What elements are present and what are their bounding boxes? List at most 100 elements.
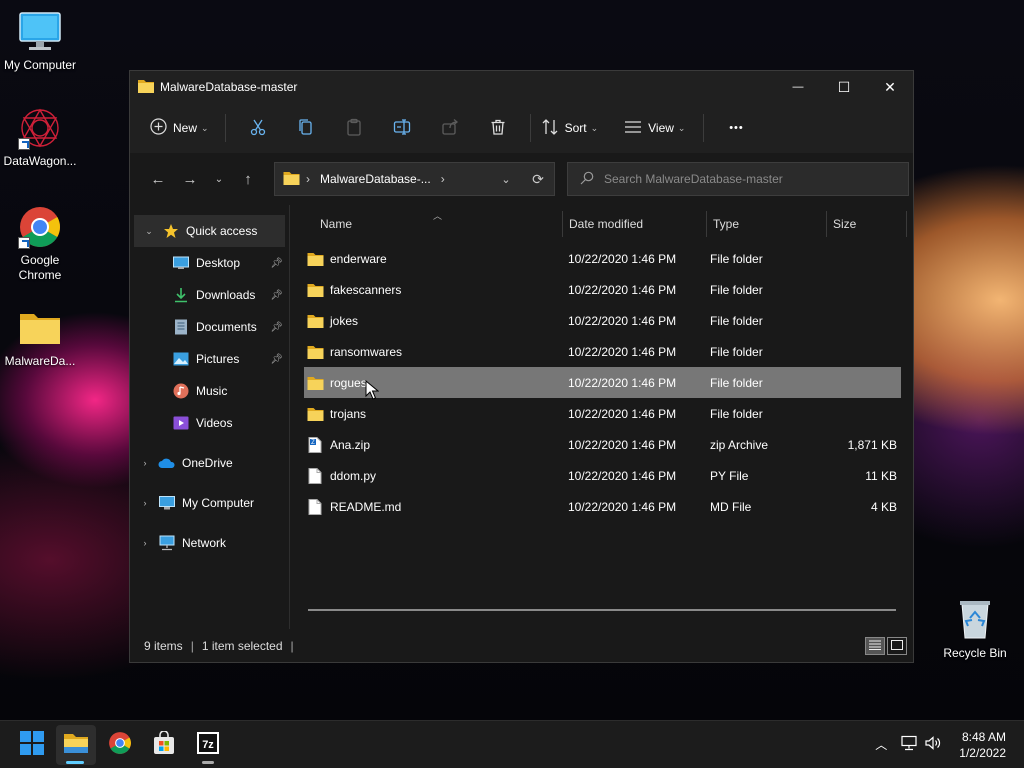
file-type: zip Archive <box>710 437 769 452</box>
file-row[interactable]: fakescanners 10/22/2020 1:46 PM File folde… <box>304 274 901 305</box>
file-type: File folder <box>710 251 763 266</box>
column-header-size[interactable]: Size <box>827 211 907 237</box>
nav-item-music[interactable]: Music <box>130 375 289 407</box>
nav-my-computer[interactable]: › My Computer <box>130 487 289 519</box>
nav-item-documents[interactable]: Documents 📌︎ <box>130 311 289 343</box>
view-button[interactable]: View ⌄ <box>608 112 695 144</box>
desktop-icon-datawagon[interactable]: DataWagon... <box>0 106 80 169</box>
selection-count: 1 item selected <box>201 639 283 653</box>
command-bar: New ⌄ Sort ⌄ View ⌄ ••• <box>130 103 913 153</box>
maximize-button[interactable]: ☐ <box>821 71 867 103</box>
back-button[interactable]: ← <box>142 164 174 194</box>
nav-item-pictures[interactable]: Pictures 📌︎ <box>130 343 289 375</box>
column-header-date[interactable]: Date modified <box>563 211 707 237</box>
toolbar-divider <box>224 114 226 142</box>
network-status-button[interactable] <box>897 733 921 757</box>
nav-item-videos[interactable]: Videos <box>130 407 289 439</box>
file-row[interactable]: rogues 10/22/2020 1:46 PM File folder <box>304 367 901 398</box>
chevron-right-icon[interactable]: › <box>138 458 152 468</box>
pin-icon[interactable]: 📌︎ <box>270 322 283 333</box>
close-button[interactable]: ✕ <box>867 71 913 103</box>
chevron-right-icon[interactable]: › <box>138 498 152 508</box>
nav-quick-access[interactable]: ⌄ Quick access <box>134 215 285 247</box>
taskbar-7zip[interactable]: 7z <box>188 725 228 765</box>
desktop-icon-recycle-bin[interactable]: Recycle Bin <box>935 598 1015 661</box>
forward-button[interactable]: → <box>174 164 206 194</box>
network-icon <box>158 535 176 551</box>
nav-item-downloads[interactable]: Downloads 📌︎ <box>130 279 289 311</box>
nav-item-desktop[interactable]: Desktop 📌︎ <box>130 247 289 279</box>
svg-text:7z: 7z <box>202 739 214 751</box>
chevron-right-icon[interactable]: › <box>138 538 152 548</box>
details-view-button[interactable] <box>865 637 885 655</box>
file-row[interactable]: Z Ana.zip 10/22/2020 1:46 PM zip Archive 1,8… <box>304 429 901 460</box>
cut-button[interactable] <box>234 112 282 144</box>
file-row[interactable]: jokes 10/22/2020 1:46 PM File folder <box>304 305 901 336</box>
nav-network[interactable]: › Network <box>130 527 289 559</box>
breadcrumb-current[interactable]: MalwareDatabase-... <box>320 172 431 186</box>
refresh-icon[interactable]: ⟳ <box>522 171 554 188</box>
chevron-down-icon[interactable]: ⌄ <box>142 226 156 237</box>
arrow-right-icon: → <box>182 170 198 188</box>
show-hidden-icons-button[interactable]: ︿ <box>869 733 893 757</box>
search-icon <box>580 171 594 188</box>
status-bar: 9 items | 1 item selected | <box>130 629 913 663</box>
item-count: 9 items <box>144 639 183 653</box>
pin-icon[interactable]: 📌︎ <box>270 354 283 365</box>
up-button[interactable]: ↑ <box>232 164 264 194</box>
breadcrumb-chevron-icon[interactable]: › <box>441 172 445 186</box>
desktop-icon-google-chrome[interactable]: Google Chrome <box>0 205 80 283</box>
folder-icon <box>63 732 89 757</box>
file-row[interactable]: ddom.py 10/22/2020 1:46 PM PY File 11 KB <box>304 460 901 491</box>
recent-locations-button[interactable]: ⌄ <box>206 164 232 194</box>
folder-icon <box>306 251 324 267</box>
scissors-icon <box>249 118 267 139</box>
file-name-cell: fakescanners <box>304 282 566 298</box>
column-header-type[interactable]: Type <box>707 211 827 237</box>
file-row[interactable]: trojans 10/22/2020 1:46 PM File folder <box>304 398 901 429</box>
taskbar-microsoft-store[interactable] <box>144 725 184 765</box>
paste-button[interactable] <box>330 112 378 144</box>
network-wired-icon <box>900 735 918 754</box>
minimize-button[interactable]: — <box>775 71 821 103</box>
pin-icon[interactable]: 📌︎ <box>270 258 283 269</box>
title-bar[interactable]: MalwareDatabase-master — ☐ ✕ <box>130 71 913 103</box>
start-button[interactable] <box>12 725 52 765</box>
file-icon <box>306 498 324 515</box>
nav-onedrive[interactable]: › OneDrive <box>130 447 289 479</box>
nav-label: Videos <box>196 416 233 430</box>
more-options-button[interactable]: ••• <box>712 112 760 144</box>
column-header-name[interactable]: Name <box>290 211 563 237</box>
nav-label: Music <box>196 384 228 398</box>
delete-button[interactable] <box>474 112 522 144</box>
desktop-icon-malwaredatabase[interactable]: MalwareDa... <box>0 306 80 369</box>
chrome-icon <box>18 205 62 249</box>
clock[interactable]: 8:48 AM 1/2/2022 <box>945 729 1024 761</box>
arrow-up-icon: ↑ <box>244 170 252 188</box>
copy-button[interactable] <box>282 112 330 144</box>
file-row[interactable]: ransomwares 10/22/2020 1:46 PM File folder <box>304 336 901 367</box>
rename-button[interactable] <box>378 112 426 144</box>
pin-icon[interactable]: 📌︎ <box>270 290 283 301</box>
search-box[interactable] <box>567 162 909 196</box>
file-explorer-window: MalwareDatabase-master — ☐ ✕ New ⌄ Sort … <box>129 70 914 663</box>
file-name: trojans <box>330 406 367 421</box>
address-history-dropdown[interactable]: ⌄ <box>490 173 522 186</box>
file-row[interactable]: enderware 10/22/2020 1:46 PM File folder <box>304 243 901 274</box>
tiles-view-button[interactable] <box>887 637 907 655</box>
horizontal-scrollbar[interactable] <box>308 609 896 611</box>
file-date: 10/22/2020 1:46 PM <box>568 437 677 452</box>
chevron-down-icon: ⌄ <box>201 122 209 133</box>
pictures-icon <box>172 351 190 367</box>
taskbar-google-chrome[interactable] <box>100 725 140 765</box>
taskbar-file-explorer[interactable] <box>56 724 96 765</box>
share-button[interactable] <box>426 112 474 144</box>
sort-button[interactable]: Sort ⌄ <box>539 112 609 144</box>
volume-button[interactable] <box>921 733 945 757</box>
search-input[interactable] <box>604 172 904 186</box>
address-bar[interactable]: › MalwareDatabase-... › ⌄ ⟳ <box>274 162 555 196</box>
desktop-icon-my-computer[interactable]: My Computer <box>0 10 80 73</box>
toolbar-divider <box>529 114 531 142</box>
file-row[interactable]: README.md 10/22/2020 1:46 PM MD File 4 KB <box>304 491 901 522</box>
new-button[interactable]: New ⌄ <box>144 112 217 144</box>
